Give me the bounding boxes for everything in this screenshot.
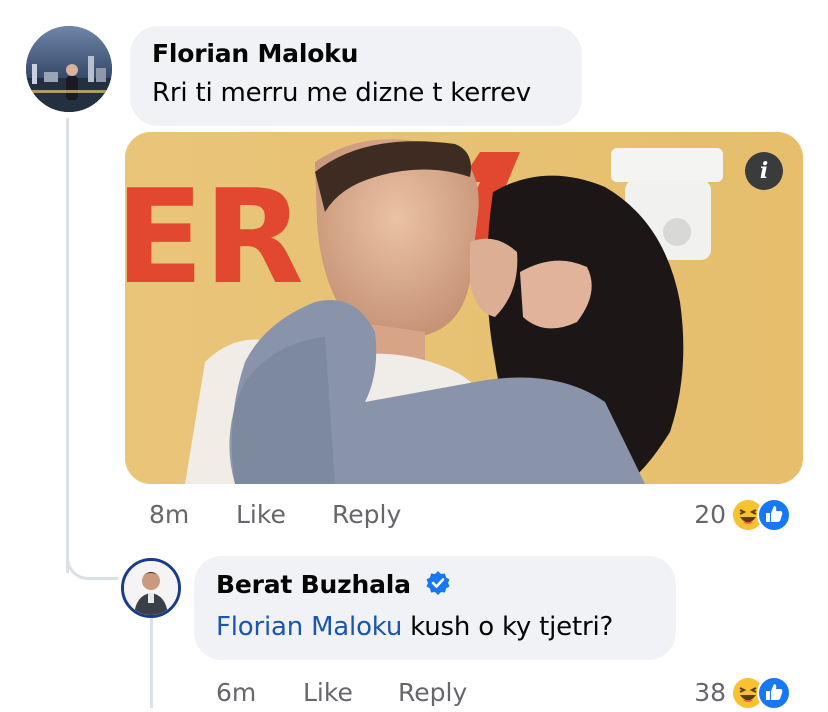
reply-time: 6m <box>216 678 257 707</box>
avatar-berat-buzhala[interactable] <box>121 558 181 618</box>
reaction-count[interactable]: 20 <box>668 500 726 530</box>
avatar-image <box>124 561 178 615</box>
avatar-image <box>26 26 112 112</box>
reply-button[interactable]: Reply <box>332 500 401 530</box>
reply-thread-line <box>150 618 153 708</box>
info-icon[interactable]: i <box>745 152 783 190</box>
comment-bubble[interactable]: Florian Maloku Rri ti merru me dizne t k… <box>130 26 582 126</box>
like-button[interactable]: Like <box>236 500 286 530</box>
mention-link[interactable]: Florian Maloku <box>216 612 402 642</box>
reply-text: kush o ky tjetri? <box>402 612 614 642</box>
like-emoji-icon <box>757 498 791 532</box>
comment-author[interactable]: Florian Maloku <box>152 39 582 69</box>
gif-attachment[interactable]: ER i <box>125 132 803 484</box>
reply-text-row: Florian Maloku kush o ky tjetri? <box>216 611 676 643</box>
comment-time: 8m <box>149 500 190 529</box>
like-emoji-icon <box>757 676 791 710</box>
reply-reply-button[interactable]: Reply <box>398 678 467 708</box>
gif-image: ER <box>125 132 803 484</box>
reply-like-button[interactable]: Like <box>303 678 353 708</box>
thread-elbow <box>66 540 118 580</box>
sign-text: ER <box>125 161 304 313</box>
verified-badge-icon <box>425 570 451 603</box>
avatar-florian-maloku[interactable] <box>26 26 112 112</box>
reply-author-row: Berat Buzhala <box>216 570 676 603</box>
comment-text: Rri ti merru me dizne t kerrev <box>152 78 531 108</box>
reply-author[interactable]: Berat Buzhala <box>216 570 411 599</box>
reply-bubble[interactable]: Berat Buzhala Florian Maloku kush o ky t… <box>194 556 676 660</box>
thread-line <box>66 118 69 573</box>
reply-reaction-count[interactable]: 38 <box>668 678 726 708</box>
